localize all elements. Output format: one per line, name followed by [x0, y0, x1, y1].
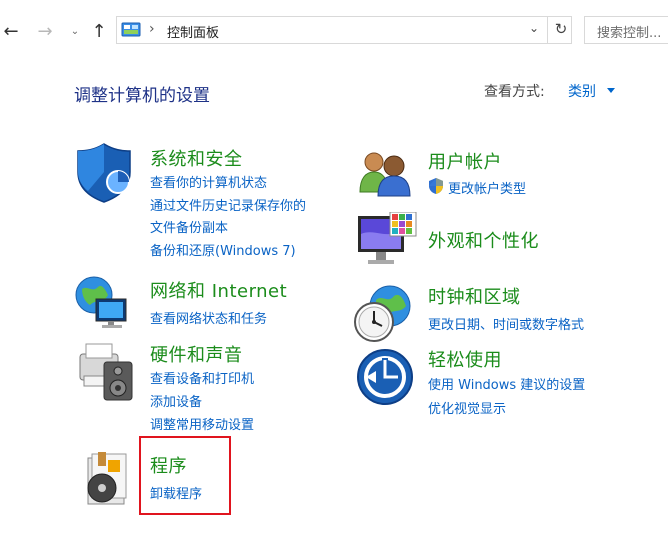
back-button[interactable]: ←	[0, 18, 22, 44]
ease-of-access-icon[interactable]	[356, 348, 414, 406]
link-add-device[interactable]: 添加设备	[150, 391, 202, 410]
search-placeholder: 搜索控制...	[597, 26, 662, 41]
search-input[interactable]: 搜索控制...	[584, 16, 668, 44]
category-appearance-personalization[interactable]: 外观和个性化	[428, 227, 539, 253]
control-panel-icon	[121, 22, 141, 37]
programs-disc-icon[interactable]	[80, 450, 134, 508]
view-by-label: 查看方式:	[484, 84, 545, 100]
category-system-security[interactable]: 系统和安全	[150, 145, 243, 171]
link-optimize-visual-display[interactable]: 优化视觉显示	[428, 398, 506, 417]
link-recommended-settings[interactable]: 使用 Windows 建议的设置	[428, 374, 585, 393]
arrow-right-icon: →	[37, 20, 53, 42]
category-hardware-sound[interactable]: 硬件和声音	[150, 341, 243, 367]
chevron-down-icon: ⌄	[70, 25, 80, 37]
network-globe-icon[interactable]	[74, 273, 136, 331]
link-network-status[interactable]: 查看网络状态和任务	[150, 308, 267, 327]
link-backup-restore[interactable]: 备份和还原(Windows 7)	[150, 240, 296, 259]
recent-locations-button[interactable]: ⌄	[64, 18, 86, 44]
link-file-history-cont[interactable]: 文件备份副本	[150, 217, 228, 236]
forward-button[interactable]: →	[34, 18, 56, 44]
dropdown-arrow-icon[interactable]	[607, 88, 615, 93]
category-clock-region[interactable]: 时钟和区域	[428, 283, 521, 309]
category-ease-of-access[interactable]: 轻松使用	[428, 346, 502, 372]
arrow-up-icon: ↑	[91, 20, 107, 42]
link-uninstall-program[interactable]: 卸载程序	[150, 483, 202, 502]
breadcrumb-separator: ›	[149, 21, 155, 37]
clock-globe-icon[interactable]	[352, 284, 414, 344]
link-mobility-settings[interactable]: 调整常用移动设置	[150, 414, 254, 433]
category-network-internet[interactable]: 网络和 Internet	[150, 277, 287, 303]
breadcrumb-control-panel[interactable]: 控制面板	[167, 22, 219, 41]
link-change-date-time-format[interactable]: 更改日期、时间或数字格式	[428, 314, 584, 333]
link-change-account-type[interactable]: 更改帐户类型	[448, 178, 526, 197]
link-view-computer-status[interactable]: 查看你的计算机状态	[150, 172, 267, 191]
address-dropdown-icon[interactable]: ⌄	[529, 21, 539, 35]
page-title: 调整计算机的设置	[74, 86, 210, 106]
link-devices-printers[interactable]: 查看设备和打印机	[150, 368, 254, 387]
view-by-dropdown[interactable]: 类别	[568, 81, 596, 101]
shield-icon[interactable]	[74, 142, 134, 204]
link-file-history[interactable]: 通过文件历史记录保存你的	[150, 195, 306, 214]
users-icon[interactable]	[356, 148, 416, 198]
refresh-icon[interactable]: ↻	[551, 20, 571, 40]
uac-shield-icon	[429, 178, 443, 194]
arrow-left-icon: ←	[3, 20, 19, 42]
up-button[interactable]: ↑	[88, 18, 110, 44]
monitor-icon[interactable]	[356, 212, 418, 270]
printer-icon[interactable]	[74, 340, 136, 404]
address-bar[interactable]: › 控制面板 ⌄ ↻	[116, 16, 572, 44]
navigation-bar: ← → ⌄ ↑ › 控制面板 ⌄ ↻ 搜索控制...	[0, 0, 668, 62]
category-user-accounts[interactable]: 用户帐户	[428, 148, 502, 174]
category-programs[interactable]: 程序	[150, 452, 187, 478]
divider	[547, 17, 548, 43]
